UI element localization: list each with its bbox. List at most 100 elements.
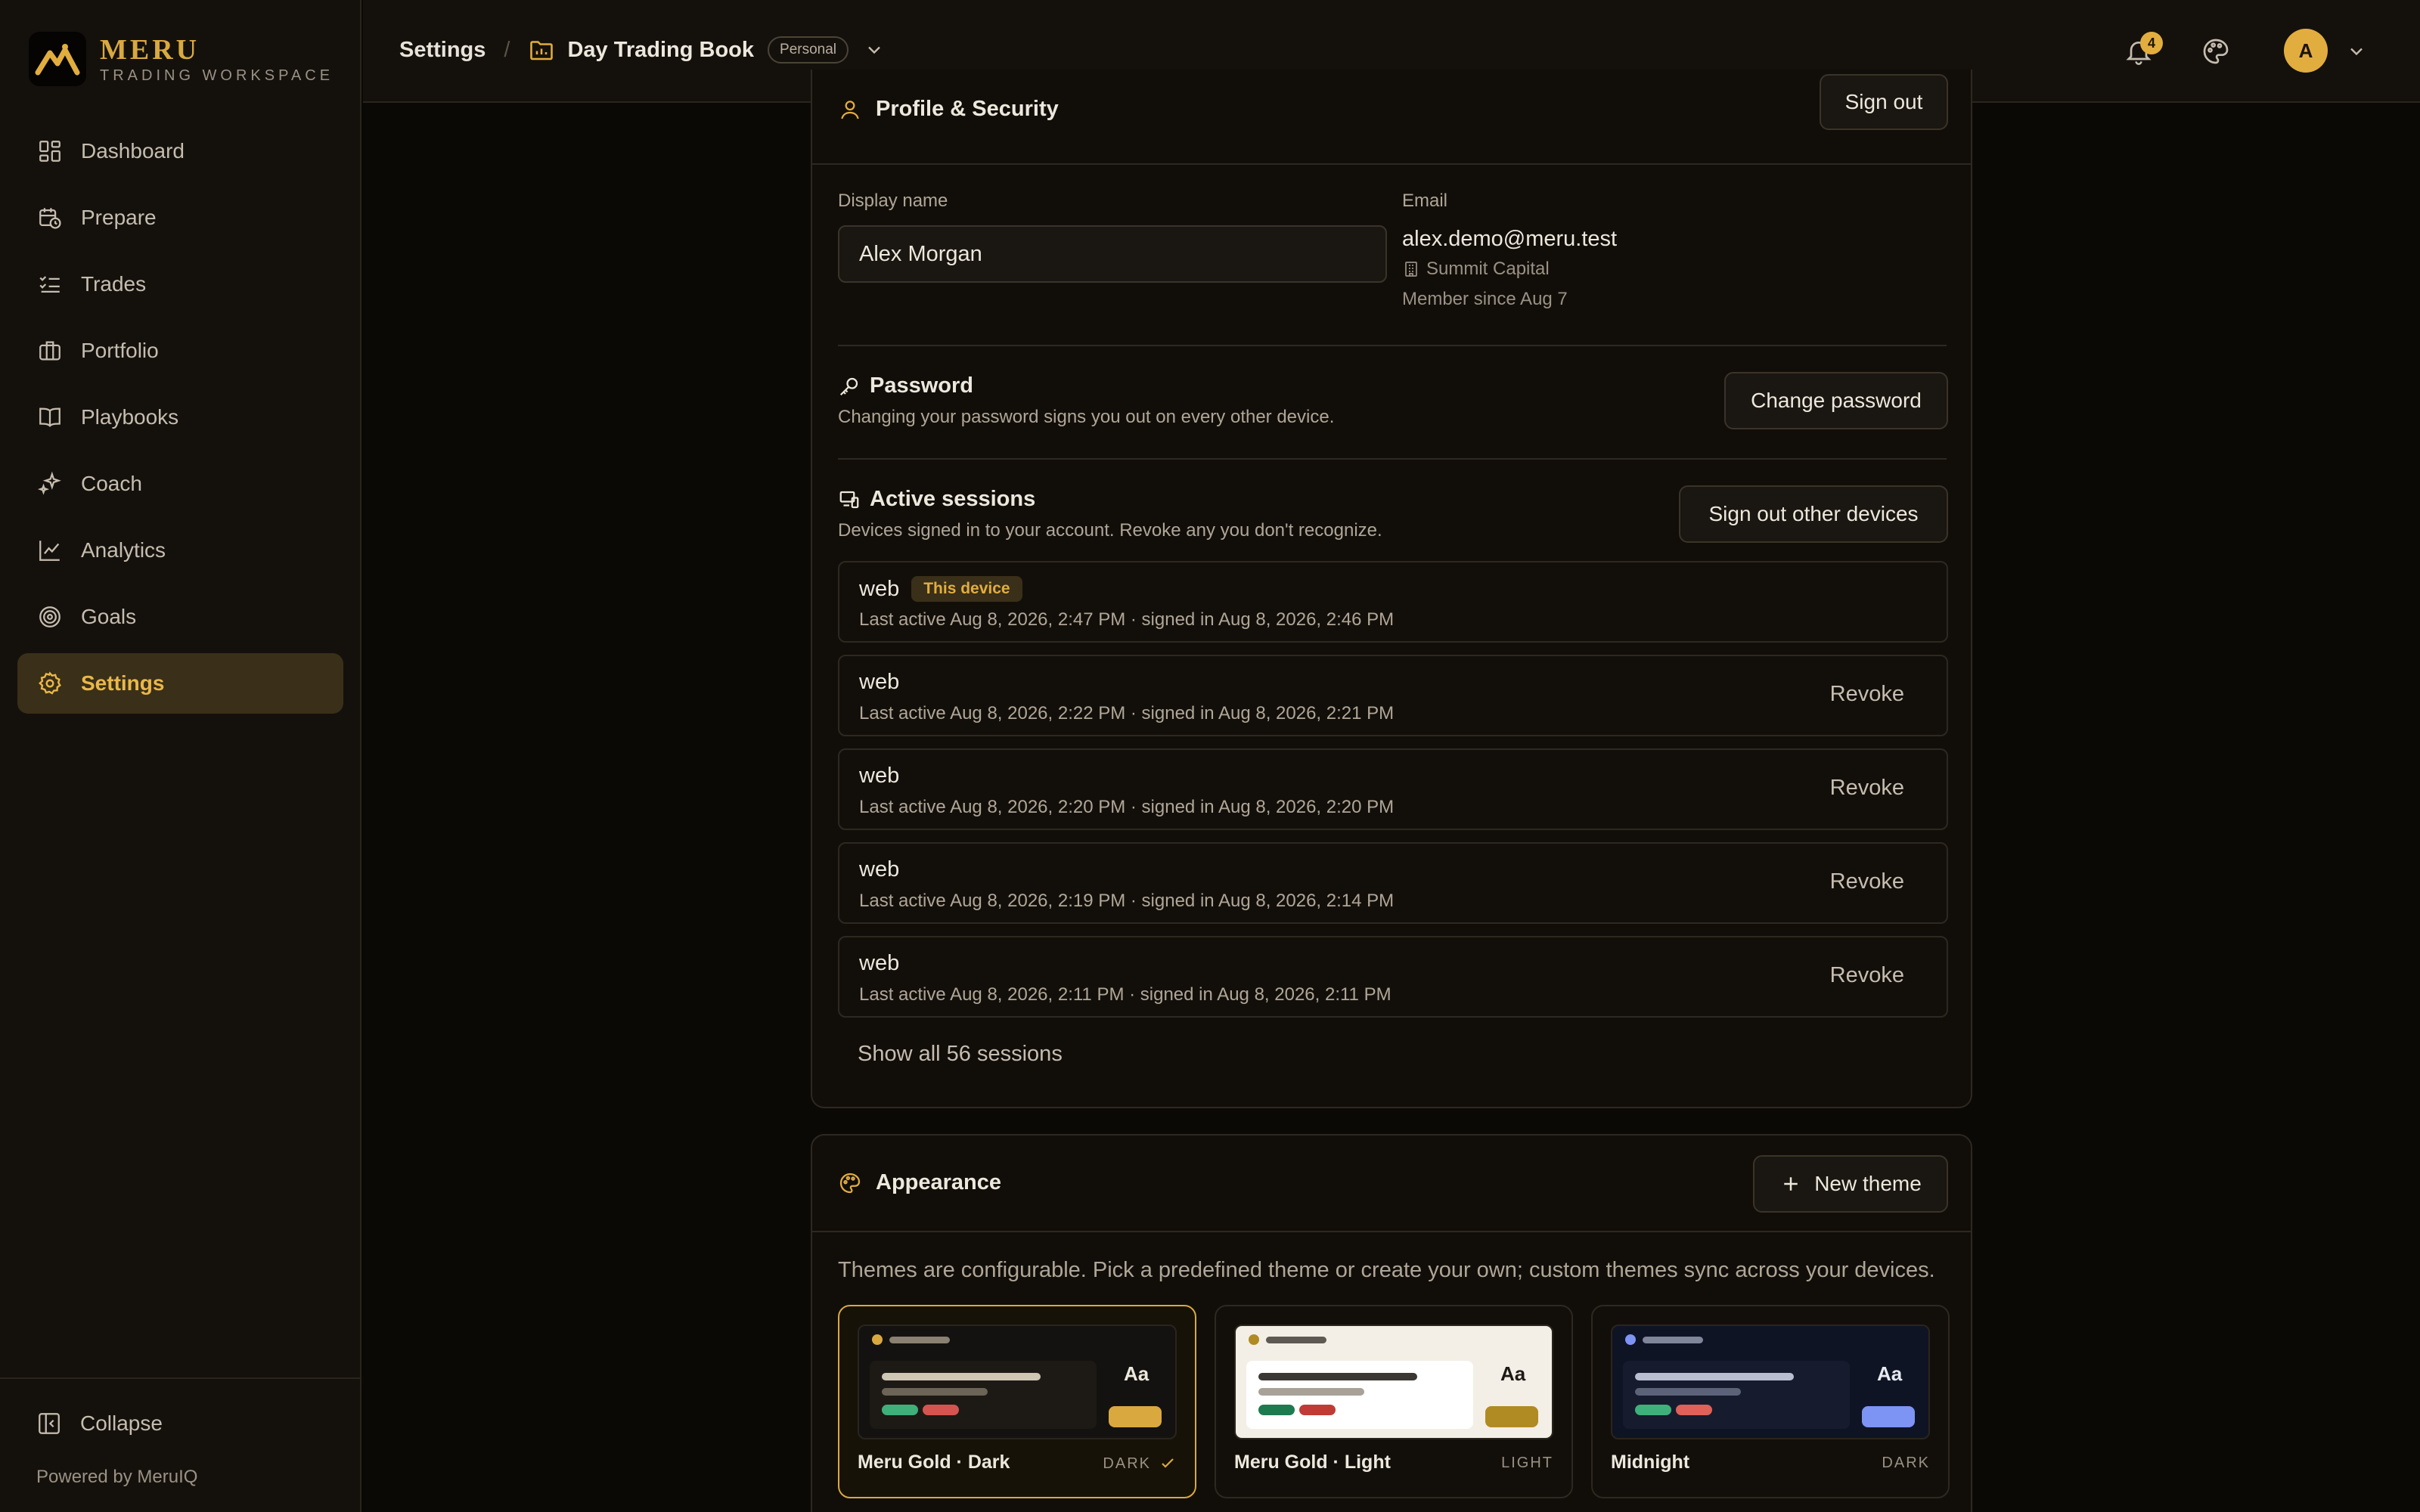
theme-preview: Aa [1234, 1325, 1553, 1439]
palette-icon[interactable] [2201, 36, 2231, 67]
sidebar-footer: Collapse Powered by MeruIQ [0, 1377, 361, 1512]
card-title: Profile & Security [838, 97, 1059, 122]
sidebar-item-label: Trades [81, 272, 147, 296]
book-type-badge: Personal [768, 36, 849, 64]
book-open-icon [39, 407, 60, 427]
theme-mode: DARK [1103, 1455, 1177, 1473]
theme-mode-label: LIGHT [1501, 1455, 1553, 1471]
breadcrumb-separator: / [504, 37, 510, 62]
password-section-title: Password [838, 373, 973, 398]
password-description: Changing your password signs you out on … [838, 407, 1335, 427]
sidebar-item-label: Portfolio [81, 339, 159, 362]
sidebar-item-portfolio[interactable]: Portfolio [17, 321, 343, 381]
sidebar-item-prepare[interactable]: Prepare [17, 187, 343, 248]
theme-preview: Aa [1611, 1325, 1930, 1439]
sidebar-item-playbooks[interactable]: Playbooks [17, 387, 343, 448]
revoke-button[interactable]: Revoke [1830, 869, 1904, 894]
profile-title: Profile & Security [876, 97, 1059, 121]
session-name: web This device [859, 576, 1022, 602]
show-all-sessions-link[interactable]: Show all 56 sessions [858, 1042, 1063, 1067]
preview-text: Aa [1124, 1362, 1150, 1385]
session-name: web [859, 670, 900, 694]
theme-mode: DARK [1882, 1455, 1930, 1472]
sign-out-other-devices-button[interactable]: Sign out other devices [1679, 485, 1948, 543]
user-avatar[interactable]: A [2284, 29, 2328, 73]
revoke-button[interactable]: Revoke [1830, 776, 1904, 801]
divider [838, 458, 1947, 460]
display-name-input[interactable]: Alex Morgan [838, 225, 1387, 283]
session-row: web Last active Aug 8, 2026, 2:19 PM · s… [838, 842, 1948, 924]
this-device-badge: This device [911, 576, 1022, 602]
appearance-title: Appearance [876, 1170, 1002, 1194]
calendar-clock-icon [39, 208, 61, 229]
brand-subtitle: TRADING WORKSPACE [100, 67, 334, 84]
appearance-card: Appearance New theme Themes are configur… [811, 1134, 1972, 1512]
session-name: web [859, 764, 900, 788]
email-value: alex.demo@meru.test [1402, 227, 1618, 251]
sidebar-item-goals[interactable]: Goals [17, 587, 343, 647]
session-meta: Last active Aug 8, 2026, 2:19 PM · signe… [859, 891, 1395, 911]
building-icon [1405, 262, 1417, 277]
change-password-button[interactable]: Change password [1724, 372, 1948, 429]
password-title: Password [870, 373, 973, 398]
card-title: Appearance [838, 1170, 1001, 1195]
display-name-label: Display name [838, 191, 948, 211]
company-name: Summit Capital [1426, 259, 1550, 279]
key-icon [839, 377, 858, 395]
powered-by: Powered by MeruIQ [36, 1467, 198, 1487]
gear-icon [39, 671, 61, 695]
collapse-button[interactable]: Collapse [36, 1411, 163, 1436]
brand[interactable]: MERU TRADING WORKSPACE [29, 32, 334, 86]
session-meta: Last active Aug 8, 2026, 2:47 PM · signe… [859, 609, 1395, 630]
target-icon [39, 606, 60, 627]
folder-chart-icon [530, 41, 554, 60]
session-row: web Last active Aug 8, 2026, 2:11 PM · s… [838, 936, 1948, 1018]
member-since: Member since Aug 7 [1402, 289, 1568, 309]
revoke-button[interactable]: Revoke [1830, 682, 1904, 707]
book-selector-name[interactable]: Day Trading Book [567, 38, 754, 63]
sidebar-item-label: Prepare [81, 206, 157, 229]
divider [838, 345, 1947, 346]
new-theme-label: New theme [1814, 1172, 1922, 1195]
session-meta: Last active Aug 8, 2026, 2:11 PM · signe… [859, 984, 1392, 1005]
chevron-down-icon[interactable] [864, 39, 885, 60]
breadcrumb-settings[interactable]: Settings [399, 38, 486, 63]
revoke-button[interactable]: Revoke [1830, 963, 1904, 988]
sign-out-button[interactable]: Sign out [1820, 74, 1948, 130]
plus-icon [1784, 1177, 1798, 1191]
check-icon [1162, 1458, 1174, 1468]
theme-card-meru-gold-dark[interactable]: Aa Meru Gold · Dark DARK [838, 1305, 1196, 1498]
new-theme-button[interactable]: New theme [1753, 1155, 1948, 1213]
list-check-icon [39, 276, 60, 293]
preview-text: Aa [1500, 1362, 1526, 1385]
theme-mode-label: DARK [1882, 1455, 1930, 1471]
sidebar-item-label: Coach [81, 472, 142, 495]
sidebar-item-trades[interactable]: Trades [17, 254, 343, 314]
sidebar-item-analytics[interactable]: Analytics [17, 520, 343, 581]
theme-name: Meru Gold · Light [1234, 1452, 1391, 1473]
chevron-down-icon[interactable] [2346, 41, 2367, 62]
sidebar-item-settings[interactable]: Settings [17, 653, 343, 714]
theme-mode-label: DARK [1103, 1455, 1151, 1472]
session-name: web [859, 857, 900, 881]
collapse-label: Collapse [80, 1411, 163, 1435]
briefcase-icon [39, 341, 60, 361]
theme-card-meru-gold-light[interactable]: Aa Meru Gold · Light LIGHT [1215, 1305, 1573, 1498]
session-row: web Last active Aug 8, 2026, 2:20 PM · s… [838, 748, 1948, 830]
card-header: Appearance New theme [812, 1136, 1971, 1232]
sessions-description: Devices signed in to your account. Revok… [838, 520, 1382, 541]
theme-name: Meru Gold · Dark [858, 1452, 1010, 1473]
preview-text: Aa [1877, 1362, 1903, 1385]
card-header: Profile & Security Sign out [812, 67, 1971, 165]
sidebar-item-dashboard[interactable]: Dashboard [17, 121, 343, 181]
profile-security-card: Profile & Security Sign out Display name… [811, 70, 1972, 1108]
sidebar-item-label: Dashboard [81, 139, 185, 163]
sidebar-item-label: Settings [81, 671, 165, 695]
sidebar-item-coach[interactable]: Coach [17, 454, 343, 514]
session-meta: Last active Aug 8, 2026, 2:22 PM · signe… [859, 703, 1395, 723]
sidebar-item-label: Playbooks [81, 405, 179, 429]
theme-card-midnight[interactable]: Aa Midnight DARK [1591, 1305, 1950, 1498]
session-device: web [859, 576, 900, 601]
appearance-description: Themes are configurable. Pick a predefin… [838, 1258, 1935, 1282]
sessions-section-title: Active sessions [838, 487, 1035, 512]
